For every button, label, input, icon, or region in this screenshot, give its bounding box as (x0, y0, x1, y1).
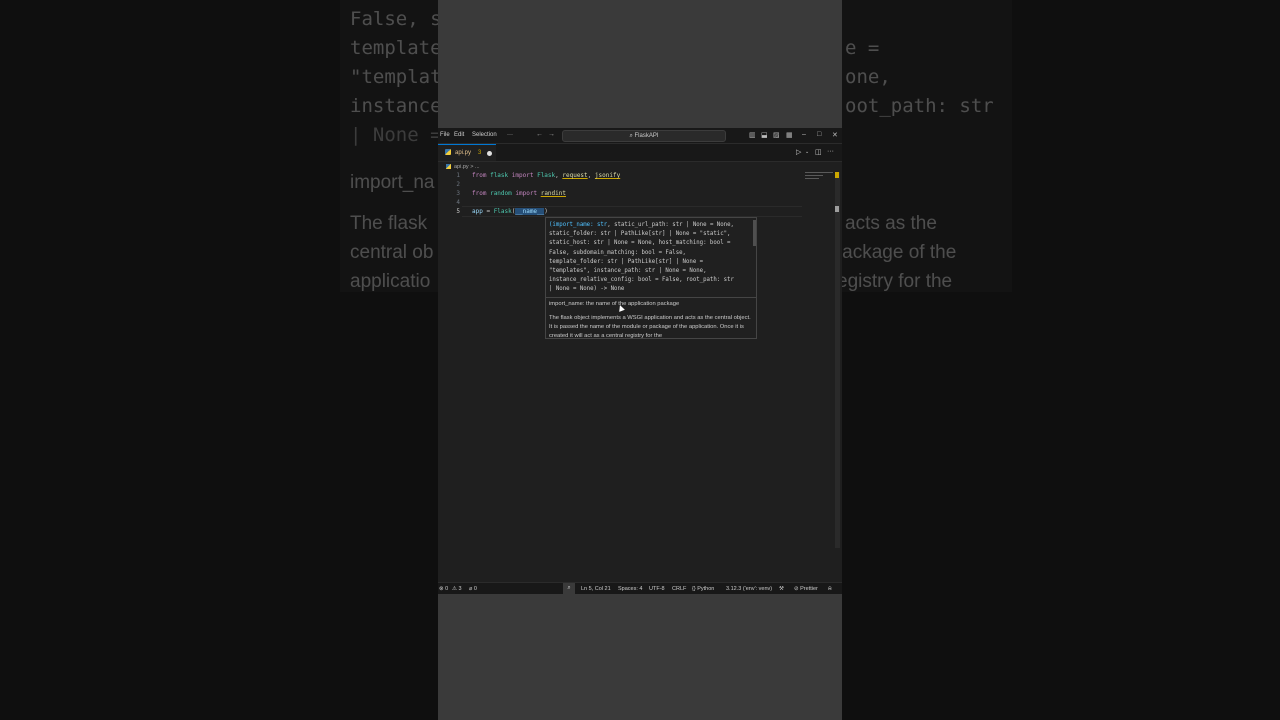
toggle-sidebar-icon[interactable]: ▥ (749, 131, 756, 139)
tab-filename: api.py (455, 150, 472, 156)
bg-line: instance (350, 95, 442, 117)
code-line-5[interactable]: app = Flask(__name__) (472, 208, 548, 215)
popup-divider (546, 297, 756, 298)
token: jsonify (594, 172, 621, 179)
breadcrumb[interactable]: api.py > ... (446, 164, 480, 170)
encoding[interactable]: UTF-8 (649, 586, 665, 592)
bg-line: | None = (350, 124, 442, 146)
line-number: 5 (456, 208, 460, 215)
ports-indicator[interactable]: ⌀ 0 (469, 586, 477, 592)
menu-selection[interactable]: Selection (472, 132, 497, 138)
bg-line: "templat (350, 66, 442, 88)
menu-file[interactable]: File (440, 132, 450, 138)
indentation[interactable]: Spaces: 4 (618, 586, 642, 592)
split-editor-icon[interactable]: ◫ (815, 148, 822, 156)
minimap-line (805, 175, 823, 176)
code-line-3[interactable]: from random import randint (472, 190, 566, 197)
menu-edit[interactable]: Edit (454, 132, 464, 138)
cursor-marker (835, 206, 839, 212)
token: Flask (537, 172, 556, 179)
toggle-secondary-sidebar-icon[interactable]: ▨ (773, 131, 780, 139)
bg-para: egistry for the (837, 271, 953, 292)
token: random (490, 190, 512, 197)
bg-para: import_na (350, 172, 435, 193)
prettier-status[interactable]: ⊘ Prettier (794, 586, 818, 592)
token: randint (540, 190, 566, 197)
token: import (511, 172, 534, 179)
function-description: The flask object implements a WSGI appli… (549, 315, 751, 339)
bg-para: applicatio (350, 271, 431, 292)
back-icon[interactable]: ← (536, 131, 543, 138)
customize-layout-icon[interactable]: ▦ (786, 131, 793, 139)
command-center-search[interactable]: ⌕ FlaskAPI (562, 130, 726, 142)
toggle-panel-icon[interactable]: ⬓ (761, 131, 768, 139)
python-file-icon (446, 164, 451, 169)
breadcrumb-rest[interactable]: > ... (470, 164, 479, 170)
signature-text: (import_name: str, static_url_path: str … (549, 221, 753, 295)
breadcrumb-file[interactable]: api.py (454, 164, 469, 170)
token: flask (490, 172, 509, 179)
more-actions-icon[interactable]: ··· (827, 148, 834, 155)
token: app (472, 208, 483, 215)
errors-indicator[interactable]: ⊗ 0 (439, 586, 448, 592)
code-line-1[interactable]: from flask import Flask, request, jsonif… (472, 172, 620, 179)
bg-para: acts as the (845, 213, 937, 234)
vscode-window: File Edit Selection ··· ← → ⌕ FlaskAPI ▥… (438, 128, 842, 593)
menu-more[interactable]: ··· (507, 132, 513, 138)
popup-scrollbar[interactable] (753, 220, 756, 246)
bg-line: one, (845, 66, 891, 88)
python-interpreter[interactable]: 3.12.3 ('env': venv) (726, 586, 772, 592)
bg-line: oot_path: str (845, 95, 994, 117)
token: from (472, 172, 487, 179)
warnings-indicator[interactable]: ⚠ 3 (452, 586, 462, 592)
bg-para: central ob (350, 242, 434, 263)
line-number: 1 (456, 172, 460, 179)
minimize-icon[interactable]: – (802, 131, 806, 138)
token: from (472, 190, 487, 197)
bg-line: e = (845, 37, 880, 59)
bg-para: The flask (350, 213, 428, 234)
status-bar: ⊗ 0 ⚠ 3 ⌀ 0 ⌕ Ln 5, Col 21 Spaces: 4 UTF… (438, 582, 842, 594)
token: ) (544, 208, 548, 215)
signature-help-popup[interactable]: (import_name: str, static_url_path: str … (545, 217, 757, 339)
token: request (562, 172, 588, 179)
zoom-icon[interactable]: ⌕ (563, 583, 575, 594)
language-mode[interactable]: {} Python (692, 586, 714, 592)
copilot-icon[interactable]: ⚒ (779, 586, 784, 592)
line-ending[interactable]: CRLF (672, 586, 686, 592)
parameter-doc: import_name: the name of the application… (549, 301, 680, 307)
token: , (587, 172, 595, 179)
minimap-line (805, 178, 819, 179)
token: __name__ (515, 208, 545, 215)
run-dropdown-icon[interactable]: ⌄ (805, 149, 809, 155)
warning-marker (835, 172, 839, 178)
tab-api-py[interactable]: api.py 3 (438, 144, 496, 161)
close-icon[interactable]: ✕ (832, 131, 838, 139)
run-icon[interactable]: ▷ (796, 148, 801, 156)
active-parameter: (import_name: str (549, 222, 608, 228)
token: Flask (493, 208, 512, 215)
python-file-icon (445, 149, 451, 155)
notifications-bell-icon[interactable]: ⍾ (828, 586, 832, 593)
signature-rest: , static_url_path: str | None = None, st… (549, 222, 734, 293)
line-number: 2 (456, 181, 460, 188)
tab-problem-count: 3 (478, 150, 482, 156)
minimap[interactable] (805, 172, 837, 188)
unsaved-dot-icon[interactable] (487, 151, 492, 156)
minimap-line (805, 172, 833, 173)
tab-bar: api.py 3 ▷ ⌄ ◫ ··· (438, 144, 842, 162)
vertical-scrollbar[interactable] (835, 172, 840, 548)
title-bar: File Edit Selection ··· ← → ⌕ FlaskAPI ▥… (438, 128, 842, 144)
token: import (515, 190, 538, 197)
forward-icon[interactable]: → (548, 131, 555, 138)
maximize-icon[interactable]: □ (817, 131, 821, 138)
line-number: 3 (456, 190, 460, 197)
token: = (482, 208, 494, 215)
cursor-position[interactable]: Ln 5, Col 21 (581, 586, 611, 592)
line-number: 4 (456, 199, 460, 206)
